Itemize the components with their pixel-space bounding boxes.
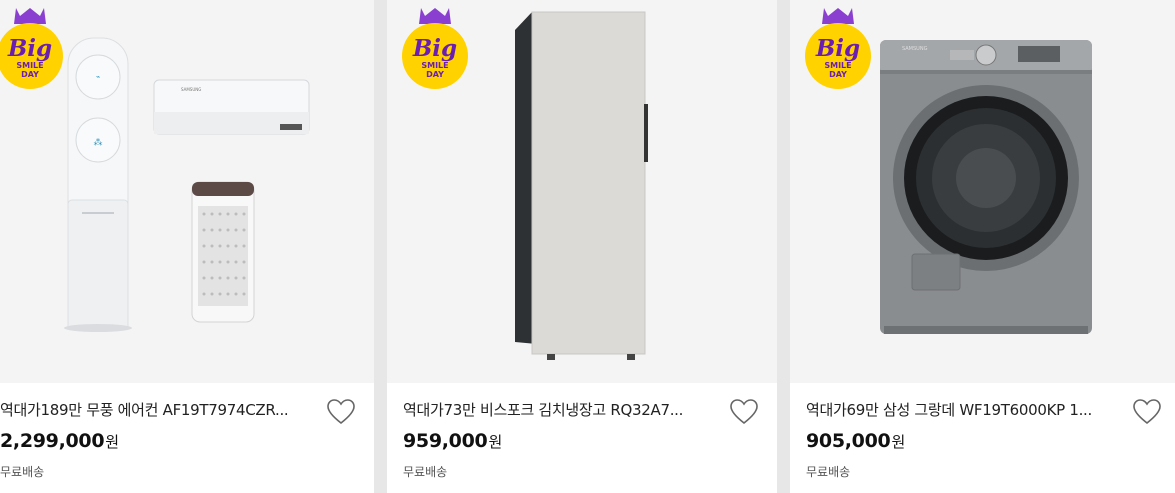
svg-text:SMILE: SMILE — [421, 61, 448, 70]
svg-text:Big: Big — [7, 35, 52, 62]
svg-text:Big: Big — [412, 35, 457, 62]
svg-text:DAY: DAY — [426, 70, 444, 79]
product-title[interactable]: 역대가189만 무풍 에어컨 AF19T7974CZR... — [0, 399, 300, 421]
heart-icon[interactable] — [729, 398, 759, 426]
product-card-kimchi-refrigerator[interactable]: Big SMILE DAY 역대가73만 비스포크 김치냉장고 RQ32A7..… — [387, 0, 777, 493]
svg-text:DAY: DAY — [21, 70, 39, 79]
brand-label: SAMSUNG — [181, 87, 201, 92]
product-card-air-conditioner[interactable]: ⌁ ⁂ SAMSUNG Big SMILE DAY 역대가189만 무풍 에어컨… — [0, 0, 374, 493]
big-smile-day-badge: Big SMILE DAY — [402, 8, 468, 89]
product-title[interactable]: 역대가69만 삼성 그랑데 WF19T6000KP 1... — [806, 399, 1114, 421]
svg-text:Big: Big — [815, 35, 860, 62]
shipping-label: 무료배송 — [403, 465, 448, 479]
heart-icon[interactable] — [326, 398, 356, 426]
svg-text:⁂: ⁂ — [94, 137, 103, 148]
svg-text:SMILE: SMILE — [824, 61, 851, 70]
product-price: 905,000 원 — [806, 430, 906, 452]
shipping-label: 무료배송 — [0, 465, 45, 479]
big-smile-day-badge: Big SMILE DAY — [805, 8, 871, 89]
product-title[interactable]: 역대가73만 비스포크 김치냉장고 RQ32A7... — [403, 399, 711, 421]
svg-text:SAMSUNG: SAMSUNG — [902, 46, 928, 52]
product-price: 959,000 원 — [403, 430, 503, 452]
shipping-label: 무료배송 — [806, 465, 851, 479]
product-row: ⌁ ⁂ SAMSUNG Big SMILE DAY 역대가189만 무풍 에어컨… — [0, 0, 1175, 493]
svg-text:⌁: ⌁ — [96, 73, 100, 81]
big-smile-day-badge: Big SMILE DAY — [0, 8, 63, 89]
svg-text:DAY: DAY — [829, 70, 847, 79]
product-card-washing-machine[interactable]: SAMSUNG Big SMILE DAY 역대가69만 삼성 그랑데 WF19… — [790, 0, 1175, 493]
svg-text:SMILE: SMILE — [16, 61, 43, 70]
heart-icon[interactable] — [1132, 398, 1162, 426]
product-price: 2,299,000 원 — [0, 430, 120, 452]
